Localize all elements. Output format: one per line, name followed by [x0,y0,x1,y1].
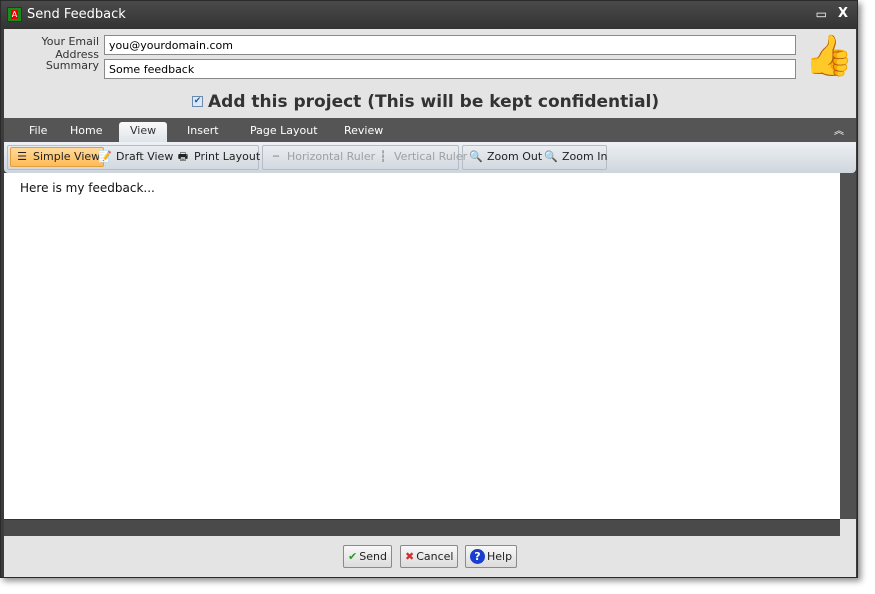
cancel-label: Cancel [416,550,454,563]
horizontal-scrollbar[interactable] [4,519,840,536]
zoom-in-button[interactable]: 🔍 Zoom In [540,147,610,167]
send-button[interactable]: ✔ Send [343,545,392,568]
email-label: Your Email Address [41,35,100,61]
ribbon-toolbar: ☰ Simple View 📝 Draft View 🖶 Print Layout ┅… [4,142,856,173]
scrollbar-corner [840,519,856,536]
x-icon: ✖ [405,550,415,563]
app-icon: A [7,7,22,22]
feedback-editor[interactable]: Here is my feedback... [4,173,840,519]
help-icon: ? [470,549,485,564]
draft-view-button[interactable]: 📝 Draft View [94,147,176,167]
draft-view-icon: 📝 [98,150,112,163]
simple-view-icon: ☰ [17,150,27,163]
vertical-ruler-button[interactable]: ┇ Vertical Ruler [372,147,470,167]
horizontal-ruler-label: Horizontal Ruler [287,150,376,163]
zoom-in-icon: 🔍 [544,150,558,163]
vertical-scrollbar[interactable] [840,173,856,519]
cancel-button[interactable]: ✖ Cancel [400,545,459,568]
vertical-ruler-icon: ┇ [379,150,387,163]
add-project-checkbox[interactable]: ✔ [192,96,203,107]
checkmark-icon: ✔ [348,550,358,563]
print-layout-icon: 🖶 [177,150,189,163]
send-label: Send [359,550,387,563]
draft-view-label: Draft View [116,150,174,163]
maximize-button[interactable]: ▭ [816,7,827,21]
vertical-ruler-label: Vertical Ruler [394,150,468,163]
close-button[interactable]: X [838,6,848,21]
editor-text[interactable]: Here is my feedback... [20,181,155,195]
zoom-out-icon: 🔍 [469,150,483,163]
zoom-out-label: Zoom Out [487,150,543,163]
email-field[interactable] [104,35,796,55]
tab-home[interactable]: Home [59,122,113,142]
print-layout-label: Print Layout [194,150,261,163]
tab-insert[interactable]: Insert [176,122,230,142]
send-feedback-window: A Send Feedback ▭ X Your Email Address S… [0,0,858,578]
simple-view-button[interactable]: ☰ Simple View [10,147,105,167]
help-label: Help [487,550,513,563]
tab-file[interactable]: File [18,122,58,142]
collapse-ribbon-icon[interactable]: ︽ [834,122,844,137]
print-layout-button[interactable]: 🖶 Print Layout [172,147,263,167]
tab-view[interactable]: View [119,122,168,142]
ribbon-tabs: File Home View Insert Page Layout Review… [4,118,856,142]
window-title: Send Feedback [27,7,126,22]
tab-review[interactable]: Review [333,122,394,142]
horizontal-ruler-icon: ┅ [272,150,280,163]
simple-view-label: Simple View [33,150,101,163]
summary-field[interactable] [104,59,796,79]
dialog-footer: ✔ Send ✖ Cancel ? Help [4,536,856,577]
summary-label: Summary [45,59,99,72]
thumbs-up-down-icon: 👍 [804,33,854,79]
help-button[interactable]: ? Help [465,545,518,568]
horizontal-ruler-button[interactable]: ┅ Horizontal Ruler [265,147,378,167]
zoom-out-button[interactable]: 🔍 Zoom Out [465,147,545,167]
tab-page-layout[interactable]: Page Layout [239,122,329,142]
title-bar: A Send Feedback ▭ X [1,1,857,29]
zoom-in-label: Zoom In [562,150,608,163]
feedback-form: Your Email Address Summary 👍 ✔ Add this … [4,29,856,118]
add-project-label[interactable]: Add this project (This will be kept conf… [208,92,659,112]
